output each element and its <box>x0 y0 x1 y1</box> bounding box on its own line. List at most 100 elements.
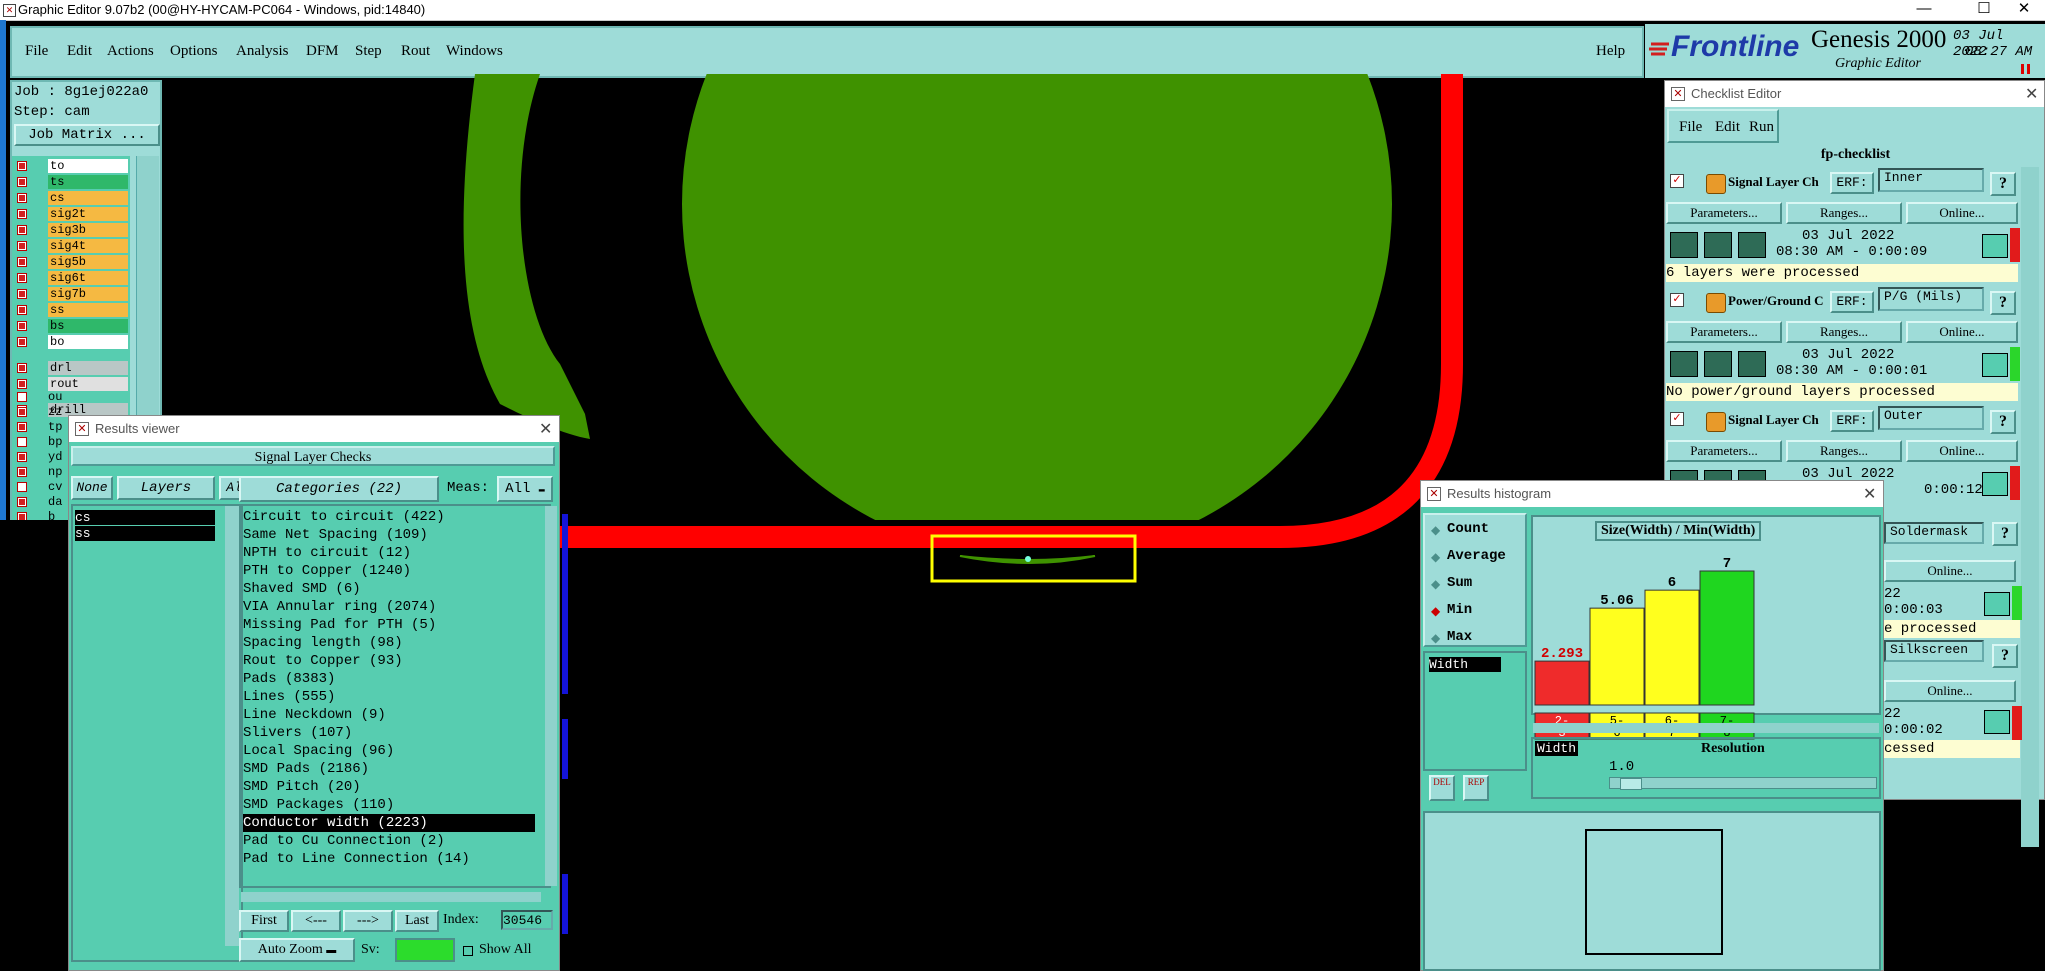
erf-value[interactable]: Silkscreen <box>1884 640 1984 662</box>
index-input[interactable]: 30546 <box>501 910 553 930</box>
ranges-button[interactable]: Ranges... <box>1786 440 1902 462</box>
categories-vscroll[interactable] <box>545 506 557 886</box>
erf-value[interactable]: P/G (Mils) <box>1878 287 1984 311</box>
category-item[interactable]: Lines (555) <box>243 688 335 706</box>
menu-edit[interactable]: Edit <box>67 43 92 60</box>
parameters-button[interactable]: Parameters... <box>1666 440 1782 462</box>
help-button[interactable]: ? <box>1990 410 2016 434</box>
histogram-close-icon[interactable]: ✕ <box>1863 484 1876 504</box>
histogram-list-item[interactable]: Width <box>1429 657 1501 672</box>
menu-help[interactable]: Help <box>1596 43 1625 60</box>
category-item[interactable]: Slivers (107) <box>243 724 352 742</box>
sv-color-dropdown[interactable] <box>395 938 455 962</box>
menu-options[interactable]: Options <box>170 43 218 60</box>
help-button[interactable]: ? <box>1990 291 2016 315</box>
erf-button[interactable]: ERF: <box>1830 172 1874 194</box>
rep-button[interactable]: REP <box>1463 775 1489 801</box>
zoom-results-icon[interactable] <box>1982 234 2008 258</box>
menu-windows[interactable]: Windows <box>446 43 503 60</box>
zoom-results-icon[interactable] <box>1984 710 2010 734</box>
category-item[interactable]: SMD Pitch (20) <box>243 778 361 796</box>
online-button[interactable]: Online... <box>1884 680 2016 702</box>
category-item[interactable]: Spacing length (98) <box>243 634 403 652</box>
category-item[interactable]: SMD Pads (2186) <box>243 760 369 778</box>
categories-button[interactable]: Categories (22) <box>239 476 439 502</box>
prev-button[interactable]: <--- <box>291 910 341 932</box>
meas-dropdown[interactable]: All ▬ <box>497 476 553 502</box>
help-button[interactable]: ? <box>1990 172 2016 196</box>
ranges-button[interactable]: Ranges... <box>1786 321 1902 343</box>
last-button[interactable]: Last <box>395 910 439 932</box>
checklist-close-icon[interactable]: ✕ <box>2025 84 2038 104</box>
parameters-button[interactable]: Parameters... <box>1666 321 1782 343</box>
slider-thumb[interactable] <box>1620 778 1642 790</box>
online-button[interactable]: Online... <box>1906 321 2018 343</box>
checklist-menu-file[interactable]: File <box>1679 119 1702 136</box>
checklist-menu-edit[interactable]: Edit <box>1715 119 1740 136</box>
zoom-results-icon[interactable] <box>1984 592 2010 616</box>
category-item[interactable]: Missing Pad for PTH (5) <box>243 616 436 634</box>
histogram-bar[interactable] <box>1534 660 1590 706</box>
histogram-option[interactable]: ◆ Sum <box>1431 575 1523 595</box>
checklist-item-checkbox[interactable]: ✓ <box>1670 174 1684 188</box>
category-item[interactable]: Shaved SMD (6) <box>243 580 361 598</box>
run-icon-3[interactable] <box>1738 351 1766 377</box>
menu-step[interactable]: Step <box>355 43 382 60</box>
menu-rout[interactable]: Rout <box>401 43 430 60</box>
erf-value[interactable]: Soldermask <box>1884 522 1984 544</box>
help-button[interactable]: ? <box>1992 522 2018 546</box>
histogram-bar[interactable] <box>1644 589 1700 706</box>
layer-result-item[interactable]: ss <box>75 526 215 541</box>
histogram-hscroll[interactable] <box>1533 723 1879 733</box>
run-icon[interactable] <box>1670 232 1698 258</box>
run-icon-2[interactable] <box>1704 232 1732 258</box>
results-viewer-close-icon[interactable]: ✕ <box>539 419 552 439</box>
erf-value[interactable]: Outer <box>1878 406 1984 430</box>
checklist-menu-run[interactable]: Run <box>1749 119 1774 136</box>
histogram-bar[interactable] <box>1589 607 1645 706</box>
del-button[interactable]: DEL <box>1429 775 1455 801</box>
checklist-item-checkbox[interactable]: ✓ <box>1670 293 1684 307</box>
histogram-option[interactable]: ◆ Min <box>1431 602 1523 622</box>
online-button[interactable]: Online... <box>1906 440 2018 462</box>
categories-hscroll[interactable] <box>241 892 541 902</box>
category-item[interactable]: Pad to Line Connection (14) <box>243 850 470 868</box>
category-item[interactable]: Pad to Cu Connection (2) <box>243 832 445 850</box>
erf-value[interactable]: Inner <box>1878 168 1984 192</box>
zoom-results-icon[interactable] <box>1982 472 2008 496</box>
close-button[interactable]: ✕ <box>2004 0 2044 20</box>
next-button[interactable]: ---> <box>343 910 393 932</box>
category-item[interactable]: NPTH to circuit (12) <box>243 544 411 562</box>
erf-button[interactable]: ERF: <box>1830 291 1874 313</box>
layers-button[interactable]: Layers <box>117 476 215 500</box>
histogram-option[interactable]: ◆ Count <box>1431 521 1523 541</box>
category-item[interactable]: Circuit to circuit (422) <box>243 508 445 526</box>
show-all-checkbox[interactable] <box>463 946 473 956</box>
menu-analysis[interactable]: Analysis <box>236 43 289 60</box>
auto-zoom-dropdown[interactable]: Auto Zoom ▬ <box>239 938 355 962</box>
category-item[interactable]: VIA Annular ring (2074) <box>243 598 436 616</box>
online-button[interactable]: Online... <box>1884 560 2016 582</box>
help-button[interactable]: ? <box>1992 644 2018 668</box>
category-item[interactable]: Line Neckdown (9) <box>243 706 386 724</box>
maximize-button[interactable]: ☐ <box>1964 0 2004 20</box>
layer-result-item[interactable]: cs <box>75 510 215 525</box>
run-icon-3[interactable] <box>1738 232 1766 258</box>
category-item[interactable]: Conductor width (2223) <box>243 814 535 832</box>
run-icon[interactable] <box>1670 351 1698 377</box>
zoom-results-icon[interactable] <box>1982 353 2008 377</box>
histogram-option[interactable]: ◆ Max <box>1431 629 1523 649</box>
checklist-item-checkbox[interactable]: ✓ <box>1670 412 1684 426</box>
category-item[interactable]: SMD Packages (110) <box>243 796 394 814</box>
category-item[interactable]: Same Net Spacing (109) <box>243 526 428 544</box>
histogram-option[interactable]: ◆ Average <box>1431 548 1523 568</box>
menu-actions[interactable]: Actions <box>107 43 154 60</box>
erf-button[interactable]: ERF: <box>1830 410 1874 432</box>
parameters-button[interactable]: Parameters... <box>1666 202 1782 224</box>
category-item[interactable]: Local Spacing (96) <box>243 742 394 760</box>
category-item[interactable]: Pads (8383) <box>243 670 335 688</box>
ranges-button[interactable]: Ranges... <box>1786 202 1902 224</box>
category-item[interactable]: Rout to Copper (93) <box>243 652 403 670</box>
minimize-button[interactable]: — <box>1904 0 1944 20</box>
layer-list-vscroll[interactable] <box>225 506 239 946</box>
